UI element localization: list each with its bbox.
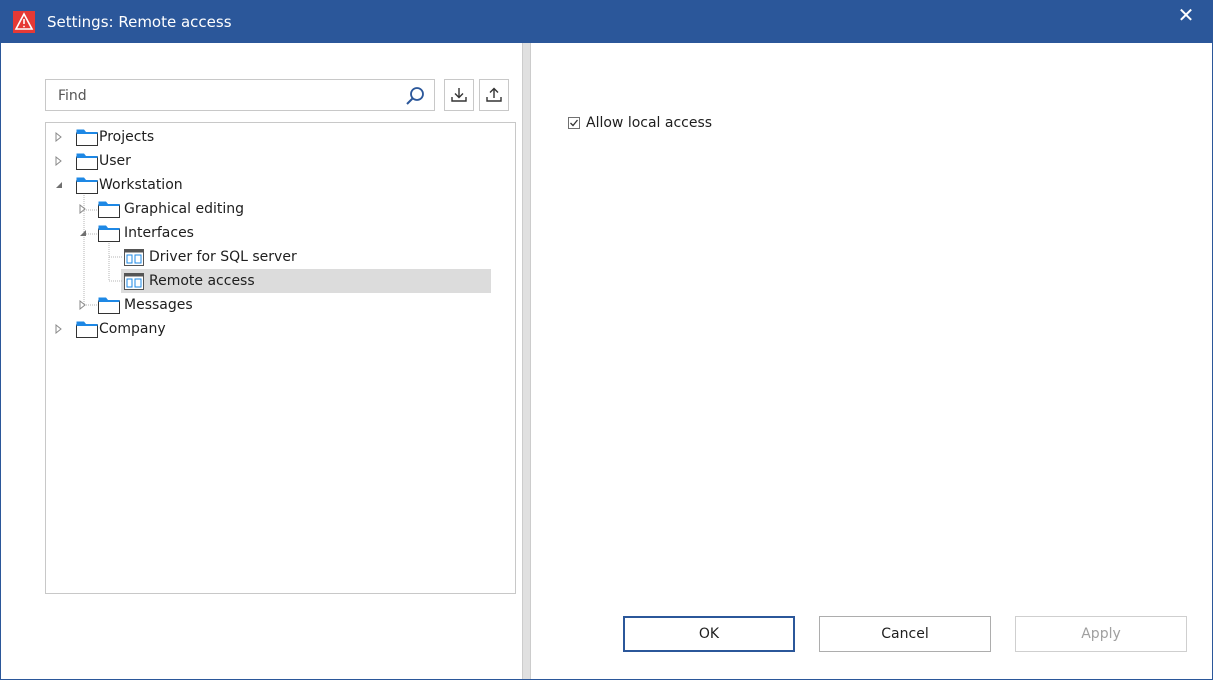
expand-arrow-icon[interactable] bbox=[78, 300, 88, 310]
search-box bbox=[45, 79, 435, 111]
collapse-arrow-icon[interactable] bbox=[54, 180, 64, 190]
folder-icon bbox=[76, 321, 98, 338]
collapse-arrow-icon[interactable] bbox=[78, 228, 88, 238]
close-icon[interactable]: ✕ bbox=[1164, 1, 1208, 31]
settings-tree: Projects User Workstation Graphical edit… bbox=[45, 122, 516, 594]
apply-button[interactable]: Apply bbox=[1015, 616, 1187, 652]
settings-dialog: Settings: Remote access ✕ Find Projects … bbox=[0, 0, 1213, 680]
cancel-button[interactable]: Cancel bbox=[819, 616, 991, 652]
search-input[interactable] bbox=[56, 84, 390, 108]
search-icon[interactable] bbox=[404, 85, 426, 107]
title-bar: Settings: Remote access ✕ bbox=[1, 1, 1212, 43]
warning-logo-icon bbox=[13, 11, 35, 33]
expand-arrow-icon[interactable] bbox=[54, 324, 64, 334]
settings-page-icon bbox=[124, 273, 144, 290]
allow-local-access-checkbox[interactable] bbox=[568, 117, 580, 129]
folder-icon bbox=[98, 225, 120, 242]
expand-arrow-icon[interactable] bbox=[78, 204, 88, 214]
export-button[interactable] bbox=[479, 79, 509, 111]
settings-page-icon bbox=[124, 249, 144, 266]
expand-arrow-icon[interactable] bbox=[54, 156, 64, 166]
expand-arrow-icon[interactable] bbox=[54, 132, 64, 142]
folder-icon bbox=[76, 177, 98, 194]
folder-icon bbox=[98, 297, 120, 314]
window-title: Settings: Remote access bbox=[47, 13, 232, 31]
import-button[interactable] bbox=[444, 79, 474, 111]
import-icon bbox=[451, 88, 467, 102]
checkmark-icon bbox=[570, 119, 579, 127]
folder-icon bbox=[98, 201, 120, 218]
ok-button[interactable]: OK bbox=[623, 616, 795, 652]
folder-icon bbox=[76, 153, 98, 170]
allow-local-access-label: Allow local access bbox=[586, 115, 713, 131]
folder-icon bbox=[76, 129, 98, 146]
panel-splitter[interactable] bbox=[522, 43, 531, 679]
export-icon bbox=[486, 87, 502, 102]
